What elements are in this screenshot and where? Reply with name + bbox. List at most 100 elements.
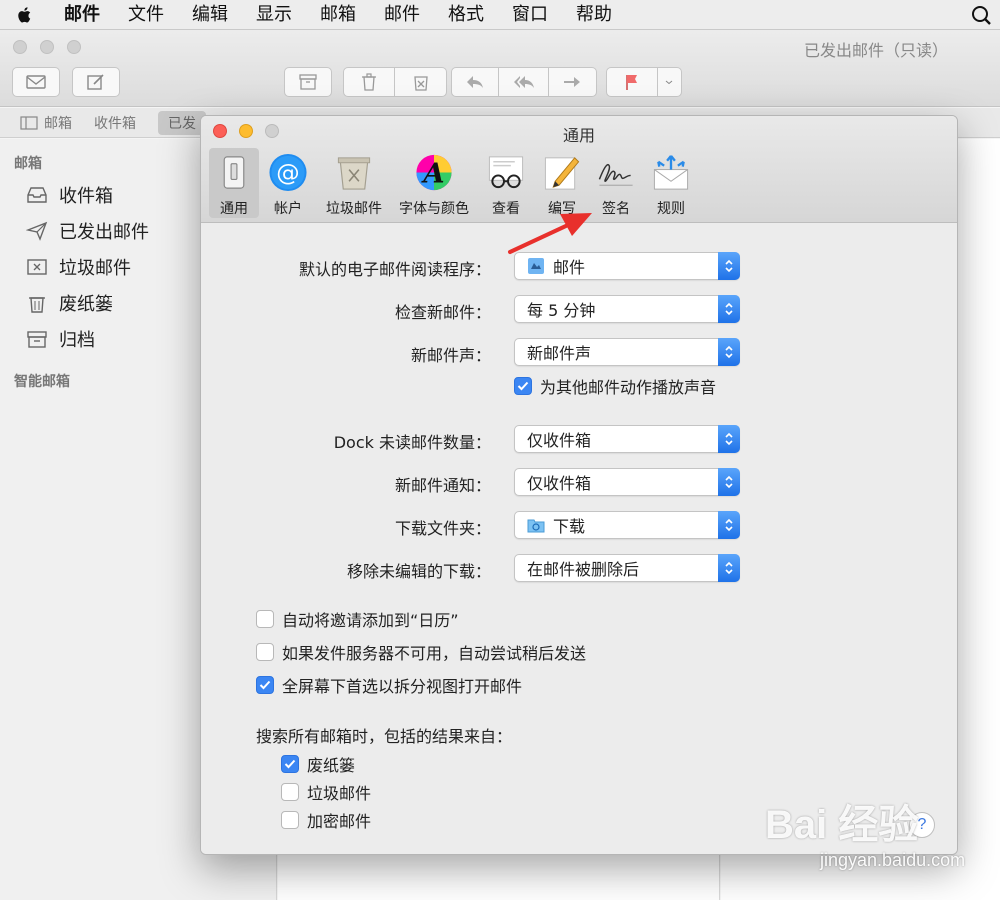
trash-icon: [362, 73, 376, 91]
favorites-mailbox-label: 邮箱: [44, 115, 72, 132]
tab-viewing[interactable]: 查看: [481, 148, 531, 218]
menu-mail[interactable]: 邮件: [50, 0, 114, 30]
split-view-checkbox-row[interactable]: 全屏幕下首选以拆分视图打开邮件: [256, 673, 522, 697]
updown-chevron-icon: [725, 432, 733, 446]
setting-downloads-folder: 下载文件夹： 下载: [201, 511, 957, 539]
sidebar-item-label: 垃圾邮件: [59, 258, 131, 279]
tab-accounts[interactable]: @ 帐户: [263, 148, 313, 218]
font-color-icon: A: [416, 154, 452, 191]
get-mail-button[interactable]: [12, 67, 60, 97]
junk-button[interactable]: [395, 68, 446, 96]
chevron-down-icon: [665, 80, 673, 85]
search-trash-checkbox-row[interactable]: 废纸篓: [281, 752, 355, 776]
archive-button[interactable]: [284, 67, 332, 97]
setting-new-mail-notify: 新邮件通知： 仅收件箱: [201, 468, 957, 496]
apple-menu[interactable]: [0, 0, 50, 30]
tab-signatures[interactable]: 签名: [591, 148, 641, 218]
sidebar-item-label: 已发出邮件: [59, 222, 149, 243]
checkbox-label: 加密邮件: [307, 812, 372, 831]
popup-value: 仅收件箱: [527, 474, 592, 493]
reply-all-button[interactable]: [499, 68, 549, 96]
search-junk-checkbox[interactable]: [281, 783, 299, 801]
menu-mailbox[interactable]: 邮箱: [306, 0, 370, 30]
reply-icon: [467, 76, 484, 88]
svg-text:@: @: [276, 158, 299, 186]
split-view-checkbox[interactable]: [256, 676, 274, 694]
updown-chevron-icon: [725, 259, 733, 273]
mail-app-icon: [528, 258, 544, 274]
flag-menu-button[interactable]: [658, 68, 681, 96]
remove-downloads-popup[interactable]: 在邮件被删除后: [514, 554, 740, 582]
general-switch-icon: [223, 156, 245, 189]
forward-button[interactable]: [549, 68, 596, 96]
tab-label: 帐户: [274, 201, 302, 217]
menu-message[interactable]: 邮件: [370, 0, 434, 30]
folder-icon: [527, 519, 545, 533]
archive-icon: [299, 74, 317, 90]
search-encrypted-checkbox[interactable]: [281, 811, 299, 829]
setting-dock-unread: Dock 未读邮件数量： 仅收件箱: [201, 425, 957, 453]
tab-general[interactable]: 通用: [209, 148, 259, 218]
watermark-brand: Bai 经验: [765, 803, 919, 847]
search-junk-checkbox-row[interactable]: 垃圾邮件: [281, 780, 371, 804]
delete-button[interactable]: [344, 68, 396, 96]
menu-format[interactable]: 格式: [434, 0, 498, 30]
at-sign-icon: @: [269, 153, 307, 192]
tab-composing[interactable]: 编写: [537, 148, 587, 218]
favorites-mailbox[interactable]: 邮箱: [20, 113, 72, 133]
popup-stepper: [718, 252, 740, 280]
menu-view[interactable]: 显示: [242, 0, 306, 30]
setting-label: 默认的电子邮件阅读程序：: [298, 260, 491, 279]
check-mail-popup[interactable]: 每 5 分钟: [514, 295, 740, 323]
menu-window[interactable]: 窗口: [498, 0, 562, 30]
updown-chevron-icon: [725, 561, 733, 575]
general-settings-pane: 默认的电子邮件阅读程序： 邮件 检查新邮件： 每 5 分钟 新邮件声： 新邮件声…: [201, 224, 957, 854]
tab-label: 通用: [220, 201, 248, 217]
menu-help[interactable]: 帮助: [562, 0, 626, 30]
tab-junk[interactable]: 垃圾邮件: [317, 148, 391, 218]
favorites-sent[interactable]: 已发: [158, 110, 206, 135]
tab-label: 查看: [492, 201, 520, 217]
tab-fonts-colors[interactable]: A 字体与颜色: [395, 148, 473, 218]
junk-icon: [27, 259, 47, 275]
compose-button[interactable]: [72, 67, 120, 97]
add-invites-checkbox-row[interactable]: 自动将邀请添加到“日历”: [256, 607, 459, 631]
add-invites-checkbox[interactable]: [256, 610, 274, 628]
zoom-button-inactive[interactable]: [67, 40, 81, 54]
tab-rules[interactable]: 规则: [646, 148, 696, 218]
new-mail-sound-popup[interactable]: 新邮件声: [514, 338, 740, 366]
popup-stepper: [718, 511, 740, 539]
search-icon[interactable]: [970, 4, 992, 26]
close-button-inactive[interactable]: [13, 40, 27, 54]
junk-bin-icon: [337, 157, 371, 190]
checkbox-label: 废纸篓: [307, 756, 356, 775]
checkbox-label: 如果发件服务器不可用，自动尝试稍后发送: [282, 644, 587, 663]
play-sounds-checkbox[interactable]: [514, 377, 532, 395]
search-trash-checkbox[interactable]: [281, 755, 299, 773]
setting-new-mail-sound: 新邮件声： 新邮件声: [201, 338, 957, 366]
setting-remove-downloads: 移除未编辑的下载： 在邮件被删除后: [201, 554, 957, 582]
sidebar-item-label: 收件箱: [59, 186, 113, 207]
default-reader-popup[interactable]: 邮件: [514, 252, 740, 280]
play-sounds-checkbox-row[interactable]: 为其他邮件动作播放声音: [514, 374, 716, 398]
tab-label: 编写: [548, 201, 576, 217]
compose-icon: [87, 74, 104, 90]
retry-send-checkbox[interactable]: [256, 643, 274, 661]
menu-file[interactable]: 文件: [114, 0, 178, 30]
dock-unread-popup[interactable]: 仅收件箱: [514, 425, 740, 453]
search-encrypted-checkbox-row[interactable]: 加密邮件: [281, 808, 371, 832]
inbox-icon: [27, 187, 47, 203]
menu-edit[interactable]: 编辑: [178, 0, 242, 30]
new-mail-notify-popup[interactable]: 仅收件箱: [514, 468, 740, 496]
setting-label: 新邮件声：: [410, 346, 491, 365]
rules-icon: [653, 155, 689, 190]
minimize-button-inactive[interactable]: [40, 40, 54, 54]
reply-button[interactable]: [452, 68, 500, 96]
flag-button[interactable]: [607, 68, 658, 96]
retry-send-checkbox-row[interactable]: 如果发件服务器不可用，自动尝试稍后发送: [256, 640, 586, 664]
favorites-inbox[interactable]: 收件箱: [94, 113, 136, 133]
window-title: 已发出邮件（只读）: [803, 41, 948, 60]
mail-toolbar: 已发出邮件（只读）: [0, 31, 1000, 107]
popup-value: 每 5 分钟: [527, 301, 596, 320]
downloads-folder-popup[interactable]: 下载: [514, 511, 740, 539]
